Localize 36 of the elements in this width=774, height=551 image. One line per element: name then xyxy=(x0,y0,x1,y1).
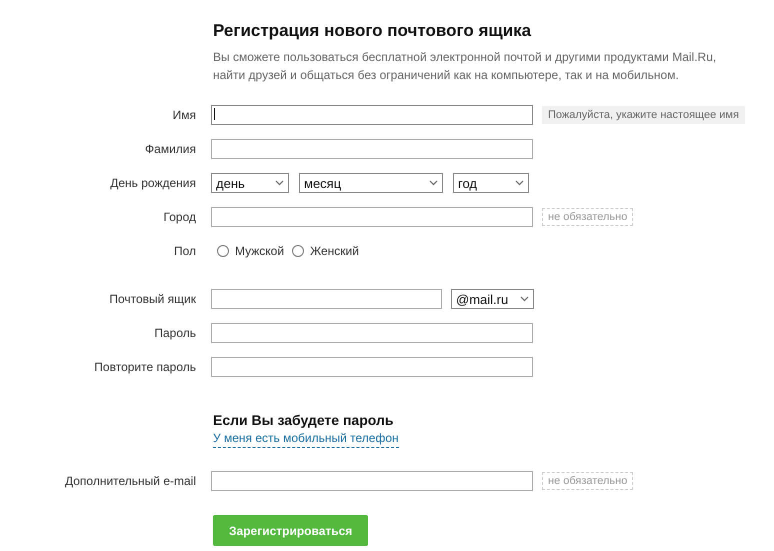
chevron-down-icon xyxy=(275,180,284,186)
text-cursor xyxy=(214,108,215,120)
domain-dropdown[interactable]: @mail.ru xyxy=(451,289,534,309)
text-field[interactable] xyxy=(211,357,533,377)
radio-label: Мужской xyxy=(235,244,284,258)
chevron-down-icon xyxy=(520,296,529,302)
field-label: Повторите пароль xyxy=(93,360,196,374)
text-field[interactable] xyxy=(211,289,442,309)
chevron-down-icon xyxy=(429,180,438,186)
field-label: Пароль xyxy=(153,326,196,340)
field-label: Пол xyxy=(172,244,196,258)
field-label: Имя xyxy=(172,108,196,122)
field-label: Дополнительный e-mail xyxy=(64,474,196,488)
dropdown[interactable]: день xyxy=(211,173,289,193)
chevron-down-icon xyxy=(515,180,524,186)
optional-note: не обязательно xyxy=(542,208,634,226)
text-field[interactable] xyxy=(211,207,533,227)
text-field[interactable] xyxy=(211,323,533,343)
text-field[interactable] xyxy=(211,139,533,159)
page-title: Регистрация нового почтового ящика xyxy=(213,20,532,42)
dropdown[interactable]: месяц xyxy=(299,173,443,193)
optional-note: не обязательно xyxy=(542,472,634,490)
radio-button[interactable] xyxy=(292,245,304,257)
page-description: Вы сможете пользоваться бесплатной электронной почтой и другими продуктами Mail.Ru, найти друзей и общаться без ограничений как на компьютере, так и на мобильном. xyxy=(213,49,718,84)
radio-label: Женский xyxy=(310,244,359,258)
radio-button[interactable] xyxy=(217,245,229,257)
text-field[interactable] xyxy=(211,471,533,491)
phone-link[interactable]: У меня есть мобильный телефон xyxy=(213,430,399,448)
field-label: Фамилия xyxy=(144,142,196,156)
section-heading: Если Вы забудете пароль xyxy=(213,411,394,430)
text-field[interactable] xyxy=(211,105,533,125)
field-hint: Пожалуйста, укажите настоящее имя xyxy=(542,106,745,124)
field-label: Почтовый ящик xyxy=(108,292,196,306)
field-label: День рождения xyxy=(109,176,196,190)
dropdown[interactable]: год xyxy=(453,173,529,193)
field-label: Город xyxy=(162,210,196,224)
